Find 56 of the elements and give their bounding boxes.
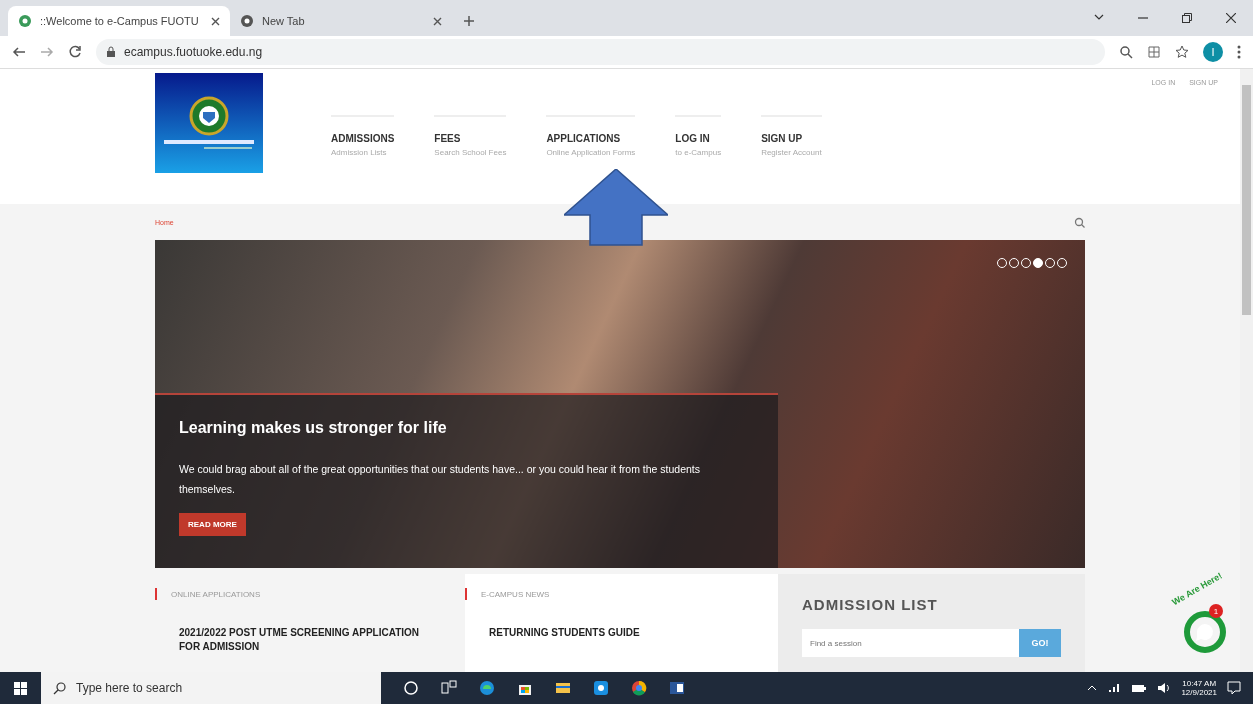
favicon-icon: [240, 14, 254, 28]
chat-icon[interactable]: [1183, 610, 1227, 654]
star-icon[interactable]: [1175, 45, 1189, 59]
nav-item[interactable]: LOG IN to e-Campus: [675, 115, 722, 157]
chrome-icon[interactable]: [631, 680, 647, 696]
reload-icon[interactable]: [68, 45, 82, 59]
word-icon[interactable]: [669, 680, 685, 696]
skype-icon[interactable]: [593, 680, 609, 696]
scrollbar[interactable]: [1240, 69, 1253, 672]
section-label: E-CAMPUS NEWS: [481, 589, 550, 599]
cortana-icon[interactable]: [403, 680, 419, 696]
taskbar-search-field[interactable]: Type here to search: [41, 672, 381, 704]
favicon-icon: [18, 14, 32, 28]
slide-dot[interactable]: [1033, 258, 1043, 268]
nav-item[interactable]: SIGN UP Register Account: [761, 115, 822, 157]
clock[interactable]: 10:47 AM 12/9/2021: [1181, 679, 1217, 697]
translate-icon[interactable]: [1147, 45, 1161, 59]
close-icon[interactable]: [433, 16, 442, 26]
lock-icon: [106, 46, 116, 58]
close-icon[interactable]: [211, 16, 220, 26]
speaker-icon[interactable]: [1157, 682, 1172, 694]
restore-icon[interactable]: [1182, 13, 1192, 23]
news-headline[interactable]: RETURNING STUDENTS GUIDE: [465, 626, 754, 640]
chevron-up-icon[interactable]: [1087, 683, 1098, 693]
edge-browser-icon[interactable]: [479, 680, 495, 696]
menu-icon[interactable]: [1237, 45, 1241, 59]
date-text: 12/9/2021: [1181, 688, 1217, 697]
section-label: ONLINE APPLICATIONS: [171, 589, 261, 599]
task-view-icon[interactable]: [441, 680, 457, 696]
address-bar[interactable]: ecampus.fuotuoke.edu.ng: [96, 39, 1105, 65]
network-icon[interactable]: [1107, 682, 1122, 694]
new-tab-icon[interactable]: [464, 16, 474, 26]
url-text: ecampus.fuotuoke.edu.ng: [124, 45, 263, 59]
nav-item[interactable]: ADMISSIONS Admission Lists: [331, 115, 395, 157]
slide-text: We could brag about all of the great opportunities that our students have... or you could hear it from the students themselves.: [179, 462, 702, 497]
search-icon[interactable]: [1119, 45, 1133, 59]
search-icon[interactable]: [1074, 216, 1085, 228]
windows-start-icon[interactable]: [14, 681, 27, 695]
profile-avatar[interactable]: I: [1203, 42, 1223, 62]
crest-icon: [189, 96, 229, 136]
nav-item[interactable]: FEES Search School Fees: [434, 115, 507, 157]
notifications-icon[interactable]: [1227, 681, 1241, 695]
admission-list-title: ADMISSION LIST: [802, 596, 939, 613]
close-icon[interactable]: [1226, 13, 1236, 23]
browser-tab[interactable]: New Tab: [230, 6, 452, 36]
search-field[interactable]: Find a session: [802, 629, 1019, 657]
time-text: 10:47 AM: [1182, 679, 1217, 688]
file-explorer-icon[interactable]: [555, 680, 571, 696]
nav-item[interactable]: APPLICATIONS Online Application Forms: [546, 115, 636, 157]
battery-icon[interactable]: [1131, 682, 1148, 694]
search-icon: [53, 681, 66, 695]
browser-tab[interactable]: ::Welcome to e-Campus FUOTU: [8, 6, 230, 36]
news-headline[interactable]: 2021/2022 POST UTME SCREENING APPLICATION FOR ADMISSION: [155, 626, 441, 654]
back-icon[interactable]: [12, 45, 26, 59]
read-more-button[interactable]: READ MORE: [179, 513, 246, 536]
slide-heading: Learning makes us stronger for life: [179, 419, 447, 437]
